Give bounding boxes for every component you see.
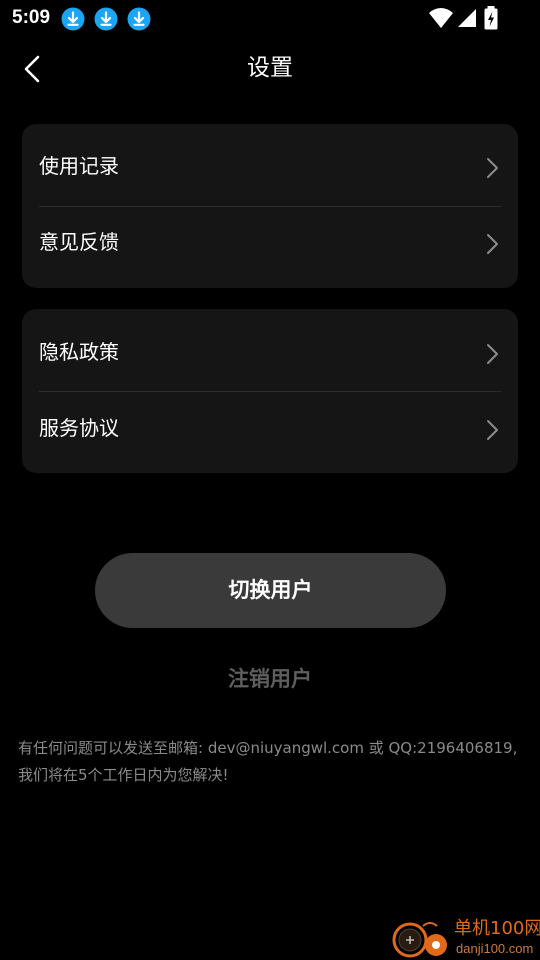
settings-group-records: 使用记录 意见反馈 — [22, 124, 518, 288]
settings-item-label: 使用记录 — [39, 154, 119, 178]
contact-note: 有任何问题可以发送至邮箱: dev@niuyangwl.com 或 QQ:219… — [18, 739, 518, 784]
download-icon — [94, 7, 118, 31]
settings-item-feedback[interactable]: 意见反馈 — [22, 204, 518, 280]
chevron-right-icon — [487, 234, 498, 254]
chevron-right-icon — [487, 344, 498, 364]
switch-user-button[interactable]: 切换用户 — [95, 553, 446, 628]
settings-group-legal: 隐私政策 服务协议 — [22, 309, 518, 473]
signal-icon — [458, 9, 476, 27]
watermark-name: 单机100网 — [454, 918, 540, 939]
logout-user-button[interactable]: 注销用户 — [0, 662, 540, 696]
settings-item-privacy-policy[interactable]: 隐私政策 — [22, 314, 518, 390]
settings-item-service-agreement[interactable]: 服务协议 — [22, 390, 518, 466]
settings-item-label: 意见反馈 — [39, 230, 119, 254]
watermark-domain: danji100.com — [456, 941, 534, 956]
settings-item-label: 隐私政策 — [39, 340, 119, 364]
chevron-right-icon — [487, 420, 498, 440]
battery-charging-icon — [484, 6, 498, 30]
watermark: 单机100网 danji100.com — [388, 912, 540, 960]
settings-item-usage-history[interactable]: 使用记录 — [22, 128, 518, 204]
download-icon — [127, 7, 151, 31]
page-title: 设置 — [247, 55, 293, 81]
danji100-logo-icon — [392, 922, 447, 958]
settings-item-label: 服务协议 — [39, 416, 119, 440]
status-time: 5:09 — [12, 7, 51, 28]
download-icon — [61, 7, 85, 31]
chevron-right-icon — [487, 158, 498, 178]
wifi-icon — [429, 8, 453, 28]
status-bar: 5:09 — [0, 0, 540, 36]
